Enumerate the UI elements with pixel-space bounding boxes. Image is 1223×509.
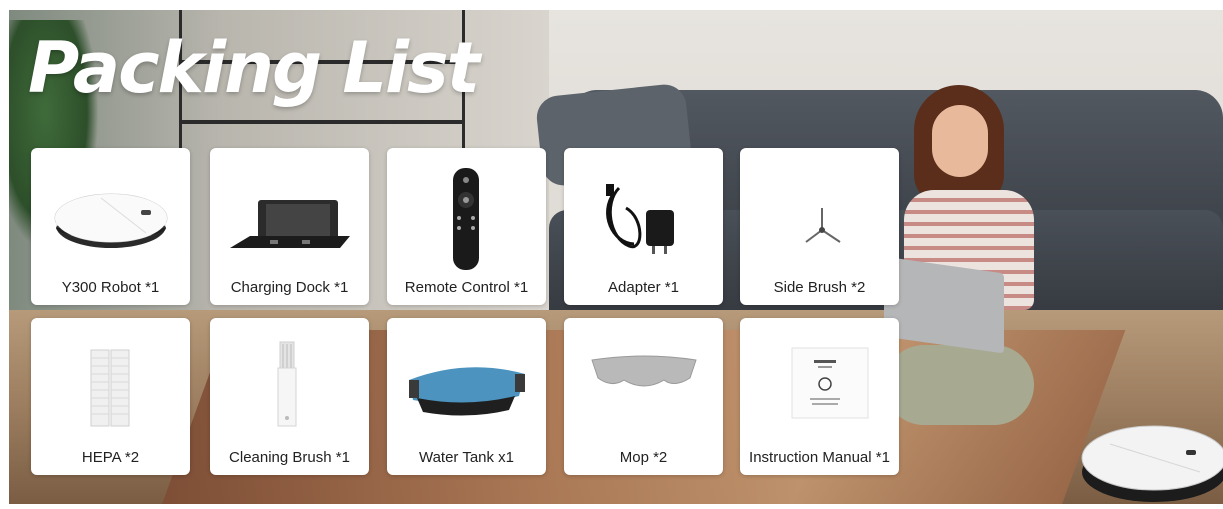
instruction-manual-icon bbox=[740, 318, 899, 442]
item-label: HEPA *2 bbox=[81, 449, 140, 466]
item-label: Side Brush *2 bbox=[773, 279, 866, 296]
water-tank-icon bbox=[387, 318, 546, 442]
item-label: Mop *2 bbox=[619, 449, 668, 466]
item-label: Instruction Manual *1 bbox=[749, 449, 890, 466]
item-label: Remote Control *1 bbox=[404, 279, 529, 296]
remote-control-icon bbox=[387, 148, 546, 272]
packing-item-card: Remote Control *1 bbox=[387, 148, 546, 305]
packing-item-card: Water Tank x1 bbox=[387, 318, 546, 475]
packing-item-card: Instruction Manual *1 bbox=[740, 318, 899, 475]
item-label: Water Tank x1 bbox=[418, 449, 515, 466]
robot-vacuum-icon bbox=[31, 148, 190, 272]
item-label: Cleaning Brush *1 bbox=[229, 449, 350, 466]
robot-vacuum-on-floor bbox=[1050, 414, 1223, 504]
page-title: Packing List bbox=[28, 27, 480, 109]
item-label: Y300 Robot *1 bbox=[61, 279, 160, 296]
packing-item-card: HEPA *2 bbox=[31, 318, 190, 475]
charging-dock-icon bbox=[210, 148, 369, 272]
packing-item-card: Charging Dock *1 bbox=[210, 148, 369, 305]
packing-item-card: Adapter *1 bbox=[564, 148, 723, 305]
packing-item-card: Mop *2 bbox=[564, 318, 723, 475]
packing-item-card: Cleaning Brush *1 bbox=[210, 318, 369, 475]
cleaning-brush-icon bbox=[210, 318, 369, 442]
packing-item-card: Side Brush *2 bbox=[740, 148, 899, 305]
woman-with-laptop bbox=[884, 85, 1044, 485]
side-brush-icon bbox=[740, 148, 899, 272]
item-label: Charging Dock *1 bbox=[230, 279, 349, 296]
mop-pad-icon bbox=[564, 318, 723, 442]
power-adapter-icon bbox=[564, 148, 723, 272]
packing-item-card: Y300 Robot *1 bbox=[31, 148, 190, 305]
item-label: Adapter *1 bbox=[608, 279, 679, 296]
hepa-filter-icon bbox=[31, 318, 190, 442]
